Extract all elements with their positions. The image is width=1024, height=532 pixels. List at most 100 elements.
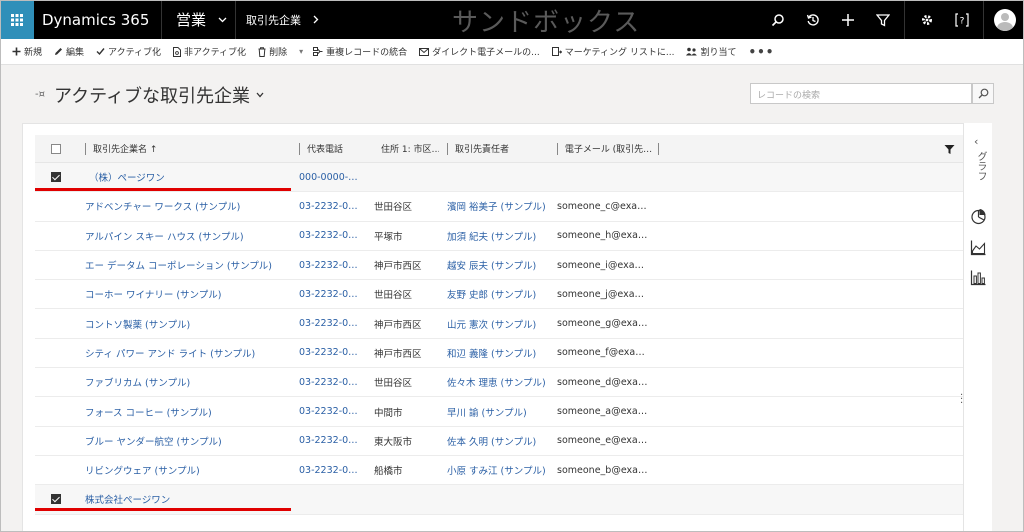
app-launcher-button[interactable] xyxy=(0,0,34,39)
grid-row[interactable]: リビングウェア (サンプル) 03-2232-0… 船橋市 小原 すみ江 (サンプル)… xyxy=(35,456,983,486)
grid-row[interactable]: コーホー ワイナリー (サンプル) 03-2232-0… 世田谷区 友野 史郎 (サン… xyxy=(35,280,983,310)
cell-phone[interactable]: 03-2232-0… xyxy=(299,201,358,212)
deactivate-button[interactable]: 非アクティブ化 xyxy=(173,45,246,58)
cell-name[interactable]: ファブリカム (サンプル) xyxy=(85,378,190,389)
grid-row[interactable]: フォース コーヒー (サンプル) 03-2232-0… 中間市 早川 諭 (サンプル)… xyxy=(35,397,983,427)
list-add-icon xyxy=(551,46,562,56)
plus-icon xyxy=(12,47,21,56)
pin-icon[interactable]: -¤ xyxy=(35,89,45,100)
cell-owner[interactable]: 佐本 久明 (サンプル) xyxy=(447,437,536,448)
cell-phone[interactable]: 03-2232-0… xyxy=(299,289,358,300)
breadcrumb[interactable]: 取引先企業 xyxy=(236,12,319,28)
select-all-checkbox[interactable] xyxy=(51,143,61,154)
grid-row[interactable]: エー データム コーポレーション (サンプル) 03-2232-0… 神戸市西区 越安… xyxy=(35,251,983,281)
area-chart-icon[interactable] xyxy=(970,239,987,256)
grid-row[interactable]: アドベンチャー ワークス (サンプル) 03-2232-0… 世田谷区 濱岡 裕美子 … xyxy=(35,192,983,222)
cell-city: 東大阪市 xyxy=(374,436,413,448)
column-header-phone[interactable]: 代表電話 xyxy=(291,135,366,163)
activate-button[interactable]: アクティブ化 xyxy=(96,45,161,58)
cell-owner[interactable]: 佐々木 理恵 (サンプル) xyxy=(447,378,546,389)
grid-row[interactable]: ブルー ヤンダー航空 (サンプル) 03-2232-0… 東大阪市 佐本 久明 (サン… xyxy=(35,427,983,456)
cell-owner[interactable]: 早川 諭 (サンプル) xyxy=(447,408,527,419)
grid-row[interactable]: ファブリカム (サンプル) 03-2232-0… 世田谷区 佐々木 理恵 (サンプル)… xyxy=(35,368,983,398)
cell-name[interactable]: （株）ページワン xyxy=(85,173,165,184)
cell-phone[interactable]: 03-2232-0… xyxy=(299,347,358,358)
cell-phone[interactable]: 03-2232-0… xyxy=(299,465,358,476)
cell-email: someone_i@exa… xyxy=(557,259,645,271)
cell-name[interactable]: エー データム コーポレーション (サンプル) xyxy=(85,261,272,272)
grid-row[interactable]: アルパイン スキー ハウス (サンプル) 03-2232-0… 平塚市 加須 紀夫 (… xyxy=(35,222,983,251)
cell-phone[interactable]: 03-2232-0… xyxy=(299,406,358,417)
cell-name[interactable]: アドベンチャー ワークス (サンプル) xyxy=(85,202,240,213)
pie-chart-icon[interactable] xyxy=(970,208,987,225)
cell-name[interactable]: アルパイン スキー ハウス (サンプル) xyxy=(85,232,244,243)
grid-row[interactable]: コントソ製薬 (サンプル) 03-2232-0… 神戸市西区 山元 憲次 (サンプル)… xyxy=(35,309,983,339)
chart-pane-label[interactable]: グラフ xyxy=(973,151,988,181)
cell-phone[interactable]: 03-2232-0… xyxy=(299,260,358,271)
cell-owner[interactable]: 和辺 義隆 (サンプル) xyxy=(447,349,536,360)
cell-phone[interactable]: 03-2232-0… xyxy=(299,377,358,388)
cell-name[interactable]: シティ パワー アンド ライト (サンプル) xyxy=(85,349,255,360)
column-header-city[interactable]: 住所 1: 市区… xyxy=(366,135,439,163)
chevron-left-icon[interactable]: ‹ xyxy=(974,135,978,148)
cell-city: 平塚市 xyxy=(374,231,403,243)
cell-owner[interactable]: 濱岡 裕美子 (サンプル) xyxy=(447,202,546,213)
row-checkbox[interactable] xyxy=(51,172,61,183)
history-icon xyxy=(806,13,819,26)
row-checkbox-cell[interactable] xyxy=(35,494,77,505)
assign-button[interactable]: 割り当て xyxy=(686,45,736,58)
advanced-find-button[interactable] xyxy=(865,0,900,39)
help-button[interactable]: ? xyxy=(944,0,979,39)
grid-row[interactable]: シティ パワー アンド ライト (サンプル) 03-2232-0… 神戸市西区 和辺 … xyxy=(35,339,983,369)
cell-name[interactable]: ブルー ヤンダー航空 (サンプル) xyxy=(85,437,222,448)
cell-owner[interactable]: 小原 すみ江 (サンプル) xyxy=(447,466,546,477)
direct-email-button[interactable]: ダイレクト電子メールの... xyxy=(419,45,540,58)
new-button[interactable]: 新規 xyxy=(12,45,42,58)
divider xyxy=(983,0,984,39)
recent-button[interactable] xyxy=(795,0,830,39)
record-search-input[interactable]: レコードの検索 xyxy=(750,83,972,104)
cell-phone[interactable]: 03-2232-0… xyxy=(299,435,358,446)
column-header-contact[interactable]: 取引先責任者 xyxy=(439,135,549,163)
cell-name[interactable]: フォース コーヒー (サンプル) xyxy=(85,408,212,419)
record-search-button[interactable] xyxy=(972,83,994,104)
cell-name[interactable]: 株式会社ページワン xyxy=(85,495,170,506)
cell-phone[interactable]: 000-0000-… xyxy=(299,172,358,183)
column-header-name[interactable]: 取引先企業名 ↑ xyxy=(77,135,291,163)
pane-resize-handle[interactable]: · · · xyxy=(960,391,963,409)
cell-owner[interactable]: 加須 紀夫 (サンプル) xyxy=(447,232,536,243)
bar-chart-icon[interactable] xyxy=(970,269,987,286)
cell-name[interactable]: コーホー ワイナリー (サンプル) xyxy=(85,290,221,301)
cell-owner[interactable]: 友野 史郎 (サンプル) xyxy=(447,290,536,301)
cell-phone[interactable]: 03-2232-0… xyxy=(299,318,358,329)
add-to-marketing-list-button[interactable]: マーケティング リストに... xyxy=(551,45,674,58)
cell-email: someone_j@exa… xyxy=(557,288,645,300)
search-button[interactable] xyxy=(760,0,795,39)
settings-button[interactable] xyxy=(909,0,944,39)
row-checkbox-cell[interactable] xyxy=(35,172,77,183)
area-switcher[interactable]: 営業 xyxy=(162,0,236,39)
avatar[interactable] xyxy=(994,8,1016,31)
app-switcher[interactable]: Dynamics 365 xyxy=(34,0,162,39)
row-checkbox[interactable] xyxy=(51,494,61,505)
more-commands-button[interactable]: ••• xyxy=(748,45,774,59)
cell-owner[interactable]: 越安 辰夫 (サンプル) xyxy=(447,261,536,272)
cell-owner[interactable]: 山元 憲次 (サンプル) xyxy=(447,320,536,331)
delete-button[interactable]: 削除 xyxy=(258,45,287,58)
select-all-checkbox-cell[interactable] xyxy=(35,135,77,163)
gear-icon xyxy=(921,14,932,25)
cell-name[interactable]: コントソ製薬 (サンプル) xyxy=(85,320,190,331)
view-selector[interactable]: アクティブな取引先企業 xyxy=(54,82,264,108)
merge-button[interactable]: 重複レコードの統合 xyxy=(313,45,407,58)
annotation-underline xyxy=(35,188,291,191)
sandbox-banner: サンドボックス xyxy=(452,8,641,38)
edit-button[interactable]: 編集 xyxy=(54,45,84,58)
more-delete-options-button[interactable]: ▾ xyxy=(299,47,303,56)
cell-name[interactable]: リビングウェア (サンプル) xyxy=(85,466,200,477)
grid-body: （株）ページワン 000-0000-… アドベンチャー ワークス (サンプル) 03-… xyxy=(35,163,983,515)
cell-city: 世田谷区 xyxy=(374,202,413,214)
filter-icon[interactable] xyxy=(944,144,955,155)
column-header-email[interactable]: 電子メール (取引先… xyxy=(549,135,659,163)
cell-phone[interactable]: 03-2232-0… xyxy=(299,230,358,241)
quick-create-button[interactable] xyxy=(830,0,865,39)
